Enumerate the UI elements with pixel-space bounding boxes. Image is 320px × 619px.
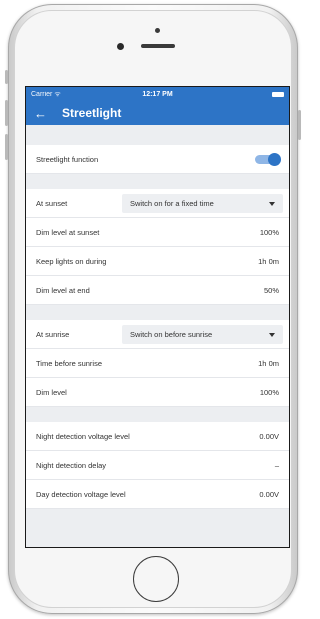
page-title: Streetlight	[62, 106, 122, 120]
dim-level-row[interactable]: Dim level 100%	[26, 378, 289, 407]
streetlight-function-toggle[interactable]	[255, 152, 281, 166]
section-gap	[26, 174, 289, 189]
mute-switch	[5, 70, 8, 84]
section-gap	[26, 305, 289, 320]
streetlight-function-label: Streetlight function	[36, 154, 99, 164]
front-camera-icon	[117, 43, 124, 50]
streetlight-function-row: Streetlight function	[26, 145, 289, 174]
at-sunrise-row: At sunrise Switch on before sunrise	[26, 320, 289, 349]
day-detection-voltage-row[interactable]: Day detection voltage level 0.00V	[26, 480, 289, 509]
section-gap	[26, 407, 289, 422]
status-bar: Carrier ᯤ 12:17 PM	[26, 87, 289, 101]
setting-label: Night detection delay	[36, 460, 107, 470]
dim-level-end-row[interactable]: Dim level at end 50%	[26, 276, 289, 305]
chevron-down-icon	[269, 332, 275, 337]
setting-value: 50%	[263, 285, 279, 295]
volume-down-button	[5, 134, 8, 160]
setting-label: Night detection voltage level	[36, 431, 130, 441]
setting-value: 1h 0m	[258, 256, 279, 266]
power-button	[298, 110, 301, 140]
dim-level-sunset-row[interactable]: Dim level at sunset 100%	[26, 218, 289, 247]
setting-value: 0.00V	[259, 489, 279, 499]
battery-icon	[272, 91, 284, 97]
home-button[interactable]	[133, 556, 179, 602]
sunrise-mode-value: Switch on before sunrise	[130, 330, 213, 339]
setting-label: Day detection voltage level	[36, 489, 126, 499]
chevron-down-icon	[269, 201, 275, 206]
proximity-sensor	[155, 28, 160, 33]
nav-bar: ← Streetlight	[26, 101, 289, 125]
volume-up-button	[5, 100, 8, 126]
earpiece-speaker	[141, 44, 175, 48]
setting-value: 100%	[259, 227, 279, 237]
sunset-mode-value: Switch on for a fixed time	[130, 199, 214, 208]
back-arrow-icon[interactable]: ←	[34, 107, 54, 120]
at-sunset-row: At sunset Switch on for a fixed time	[26, 189, 289, 218]
setting-value: 0.00V	[259, 431, 279, 441]
setting-label: Time before sunrise	[36, 358, 102, 368]
night-detection-voltage-row[interactable]: Night detection voltage level 0.00V	[26, 422, 289, 451]
setting-value: 100%	[259, 387, 279, 397]
setting-value: –	[274, 460, 279, 470]
setting-value: 1h 0m	[258, 358, 279, 368]
setting-label: Dim level at end	[36, 285, 90, 295]
sunrise-mode-select[interactable]: Switch on before sunrise	[122, 325, 283, 344]
setting-label: Dim level	[36, 387, 67, 397]
time-before-sunrise-row[interactable]: Time before sunrise 1h 0m	[26, 349, 289, 378]
setting-label: Keep lights on during	[36, 256, 107, 266]
night-detection-delay-row[interactable]: Night detection delay –	[26, 451, 289, 480]
toggle-knob	[268, 152, 281, 166]
settings-list: Streetlight function At sunset Switch on…	[26, 125, 289, 509]
setting-label: Dim level at sunset	[36, 227, 100, 237]
sunset-mode-select[interactable]: Switch on for a fixed time	[122, 194, 283, 213]
app-screen: Carrier ᯤ 12:17 PM ← Streetlight Streetl…	[25, 86, 290, 548]
keep-lights-on-row[interactable]: Keep lights on during 1h 0m	[26, 247, 289, 276]
status-time: 12:17 PM	[142, 90, 173, 98]
